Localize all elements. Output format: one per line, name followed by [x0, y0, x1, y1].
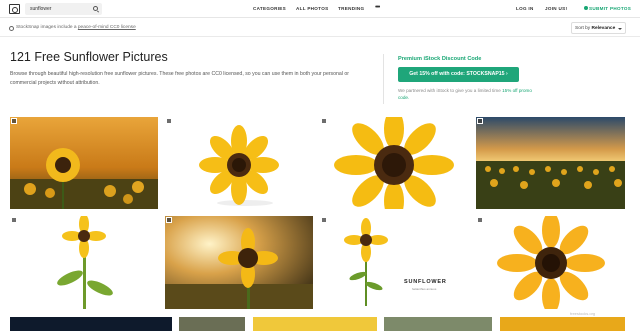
license-text: StockSnap images include a peace-of-mind…: [16, 25, 136, 30]
photo-row3-3[interactable]: [253, 317, 377, 331]
illustration-caption: SUNFLOWER: [404, 279, 447, 285]
illustration-subcaption: helianthus annuus: [412, 287, 437, 291]
select-checkbox-icon[interactable]: [321, 217, 327, 223]
sort-dropdown[interactable]: Sort by Relevance: [571, 22, 626, 34]
photo-sunflower-sunset-image: [165, 216, 313, 309]
promo-divider: [383, 54, 384, 104]
photo-sunflower-field-sunset[interactable]: [10, 117, 158, 209]
sort-prefix: Sort by: [575, 26, 592, 31]
select-checkbox-icon[interactable]: [166, 118, 172, 124]
photo-field-dusk-image: [476, 117, 625, 209]
chevron-down-icon: [618, 28, 622, 30]
top-navbar: CATEGORIES ALL PHOTOS TRENDING ••• LOG I…: [0, 0, 640, 18]
select-checkbox-icon[interactable]: [321, 118, 327, 124]
watermark-text: freestocks.org: [570, 311, 596, 316]
select-checkbox-icon[interactable]: [166, 217, 172, 223]
promo-note: We partnered with iStock to give you a l…: [398, 87, 533, 101]
promo-title: Premium iStock Discount Code: [398, 56, 482, 62]
join-link[interactable]: JOIN US!: [545, 6, 567, 11]
select-checkbox-icon[interactable]: [11, 118, 17, 124]
nav-categories[interactable]: CATEGORIES: [253, 6, 286, 11]
cc0-icon: [9, 26, 14, 31]
login-link[interactable]: LOG IN: [516, 6, 534, 11]
photo-row3-1[interactable]: [10, 317, 172, 331]
nav-trending[interactable]: TRENDING: [338, 6, 364, 11]
promo-note-text: We partnered with iStock to give you a l…: [398, 88, 503, 93]
sort-value: Relevance: [591, 26, 616, 31]
page-description: Browse through beautiful high-resolution…: [10, 71, 350, 86]
photo-row3-5[interactable]: [500, 317, 625, 331]
license-prefix: StockSnap images include a: [16, 25, 78, 30]
photo-sunflower-illustration[interactable]: SUNFLOWER helianthus annuus: [320, 216, 468, 309]
more-menu-icon[interactable]: •••: [375, 4, 380, 11]
photo-sunflower-field-dusk[interactable]: [476, 117, 625, 209]
photo-sunflower-stem[interactable]: [10, 216, 158, 309]
page-title: 121 Free Sunflower Pictures: [10, 50, 168, 64]
user-icon: [584, 6, 588, 10]
photo-orange-closeup-image: [476, 216, 625, 309]
photo-single-flower-image: [165, 117, 313, 209]
submit-photos-link[interactable]: SUBMIT PHOTOS: [584, 6, 631, 11]
photo-illustration-image: [320, 216, 468, 309]
photo-stem-image: [10, 216, 158, 309]
select-checkbox-icon[interactable]: [477, 118, 483, 124]
search-icon[interactable]: [93, 6, 98, 11]
select-checkbox-icon[interactable]: [11, 217, 17, 223]
search-input[interactable]: [30, 4, 90, 14]
search-box[interactable]: [25, 3, 102, 15]
submit-photos-label: SUBMIT PHOTOS: [589, 6, 632, 11]
license-link[interactable]: peace-of-mind CC0 license: [78, 25, 136, 30]
photo-field-sunset-image: [10, 117, 158, 209]
license-bar: StockSnap images include a peace-of-mind…: [0, 19, 640, 37]
photo-sunflower-closeup[interactable]: [320, 117, 468, 209]
photo-single-sunflower[interactable]: [165, 117, 313, 209]
nav-all-photos[interactable]: ALL PHOTOS: [296, 6, 328, 11]
photo-sunflower-sunset[interactable]: [165, 216, 313, 309]
select-checkbox-icon[interactable]: [477, 217, 483, 223]
photo-row3-2[interactable]: [179, 317, 245, 331]
photo-sunflower-orange[interactable]: [476, 216, 625, 309]
photo-closeup-image: [320, 117, 468, 209]
photo-row3-4[interactable]: [384, 317, 492, 331]
promo-code-button[interactable]: Get 15% off with code: STOCKSNAP15 ›: [398, 67, 519, 82]
stocksnap-logo-icon[interactable]: [9, 4, 20, 14]
